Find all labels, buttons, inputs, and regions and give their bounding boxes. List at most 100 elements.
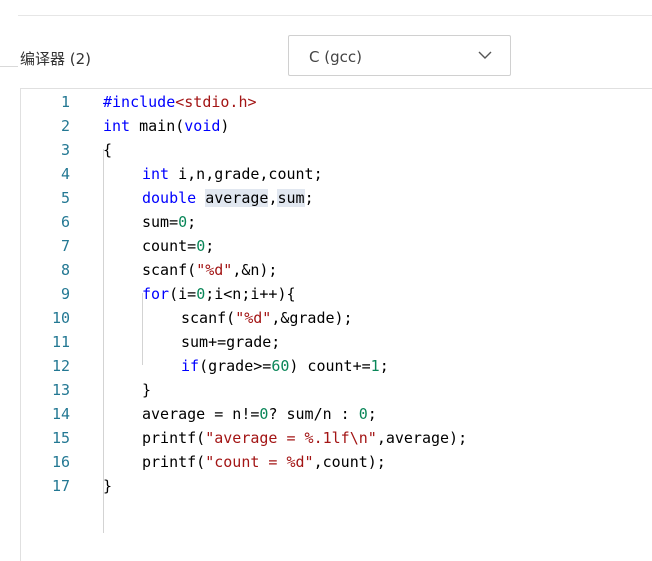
code-text: scanf("%d",&grade); [181, 306, 353, 330]
code-text: scanf("%d",&n); [142, 258, 277, 282]
code-text: average = n!=0? sum/n : 0; [142, 402, 377, 426]
code-text: for(i=0;i<n;i++){ [142, 282, 296, 306]
code-token: average = n!= [142, 405, 260, 423]
code-line[interactable]: 3{ [21, 138, 652, 162]
code-token: "%d" [196, 261, 233, 279]
code-line[interactable]: 6 sum=0; [21, 210, 652, 234]
code-text: double average,sum; [142, 186, 314, 210]
code-token: sum= [142, 213, 179, 231]
code-token: printf( [142, 429, 206, 447]
code-token: (grade>= [199, 357, 272, 375]
code-line[interactable]: 5 double average,sum; [21, 186, 652, 210]
line-number: 12 [51, 357, 70, 375]
code-token: 0 [196, 237, 206, 255]
code-token: scanf( [181, 309, 236, 327]
code-token: #include [103, 93, 176, 111]
compiler-select-value: C (gcc) [309, 48, 362, 66]
code-text: sum=0; [142, 210, 196, 234]
top-divider [18, 15, 652, 16]
code-text: } [142, 378, 151, 402]
code-line[interactable]: 11 sum+=grade; [21, 330, 652, 354]
code-token: "%d" [235, 309, 272, 327]
code-text: count=0; [142, 234, 214, 258]
line-number: 13 [51, 381, 70, 399]
code-token: ) [220, 117, 230, 135]
code-text: printf("count = %d",count); [142, 450, 386, 474]
code-token: main( [130, 117, 185, 135]
code-token: 60 [271, 357, 290, 375]
code-token: } [142, 381, 152, 399]
code-line[interactable]: 7 count=0; [21, 234, 652, 258]
code-token: if [181, 357, 200, 375]
code-text: } [103, 474, 112, 498]
code-text: sum+=grade; [181, 330, 280, 354]
code-text: printf("average = %.1lf\n",average); [142, 426, 467, 450]
code-token: scanf( [142, 261, 197, 279]
code-line[interactable]: 14 average = n!=0? sum/n : 0; [21, 402, 652, 426]
code-token: sum+=grade; [181, 333, 281, 351]
code-token: } [103, 477, 113, 495]
line-number: 3 [60, 141, 70, 159]
line-number: 9 [60, 285, 70, 303]
code-token: ; [205, 237, 215, 255]
code-token: 0 [178, 213, 188, 231]
code-editor[interactable]: 1 #include<stdio.h> 2 int main(void) 3{4 int … [20, 88, 652, 561]
code-line[interactable]: 15 printf("average = %.1lf\n",average); [21, 426, 652, 450]
line-number: 11 [51, 333, 70, 351]
code-token: i,n,grade,count; [169, 165, 323, 183]
code-token: ) count+= [289, 357, 371, 375]
code-text: { [103, 138, 112, 162]
code-token: sum [277, 189, 305, 207]
code-line[interactable]: 8 scanf("%d",&n); [21, 258, 652, 282]
code-token: ? sum/n : [268, 405, 359, 423]
code-token: int [142, 165, 170, 183]
code-token: average [205, 189, 269, 207]
code-token: ,&grade); [271, 309, 353, 327]
chevron-down-icon [478, 51, 492, 59]
code-token: ; [379, 357, 389, 375]
code-token: for [142, 285, 170, 303]
code-text: int i,n,grade,count; [142, 162, 323, 186]
code-line[interactable]: 4 int i,n,grade,count; [21, 162, 652, 186]
line-number: 17 [51, 477, 70, 495]
code-token: "average = %.1lf\n" [205, 429, 377, 447]
code-token: void [184, 117, 221, 135]
line-number: 16 [51, 453, 70, 471]
line-number: 10 [51, 309, 70, 327]
line-number: 5 [60, 189, 70, 207]
compiler-label: 编译器 (2) [20, 50, 92, 68]
code-token: int [103, 117, 131, 135]
code-token: 0 [358, 405, 368, 423]
code-token: 0 [196, 285, 206, 303]
code-line[interactable]: 12 if(grade>=60) count+=1; [21, 354, 652, 378]
line-number: 2 [60, 117, 70, 135]
code-line[interactable]: 9 for(i=0;i<n;i++){ [21, 282, 652, 306]
code-token: ,count); [313, 453, 386, 471]
code-token: printf( [142, 453, 206, 471]
code-token: double [142, 189, 197, 207]
code-text: #include<stdio.h> [103, 90, 257, 114]
code-line[interactable]: 10 scanf("%d",&grade); [21, 306, 652, 330]
code-line[interactable]: 16 printf("count = %d",count); [21, 450, 652, 474]
code-token: <stdio.h> [175, 93, 257, 111]
code-token: ,average); [376, 429, 468, 447]
left-divider [0, 66, 18, 67]
code-token: ; [367, 405, 377, 423]
code-token: count= [142, 237, 197, 255]
line-number: 7 [60, 237, 70, 255]
code-token: { [103, 141, 113, 159]
code-text: if(grade>=60) count+=1; [181, 354, 389, 378]
code-token: ; [187, 213, 197, 231]
code-line[interactable]: 2 int main(void) [21, 114, 652, 138]
code-token: "count = %d" [205, 453, 314, 471]
line-number: 1 [60, 93, 70, 111]
code-line[interactable]: 1 #include<stdio.h> [21, 90, 652, 114]
code-token: ,&n); [232, 261, 278, 279]
code-text: int main(void) [103, 114, 229, 138]
compiler-select[interactable]: C (gcc) [288, 35, 511, 76]
code-token: (i= [169, 285, 197, 303]
code-line[interactable]: 17} [21, 474, 652, 498]
line-number: 8 [60, 261, 70, 279]
code-line[interactable]: 13} [21, 378, 652, 402]
